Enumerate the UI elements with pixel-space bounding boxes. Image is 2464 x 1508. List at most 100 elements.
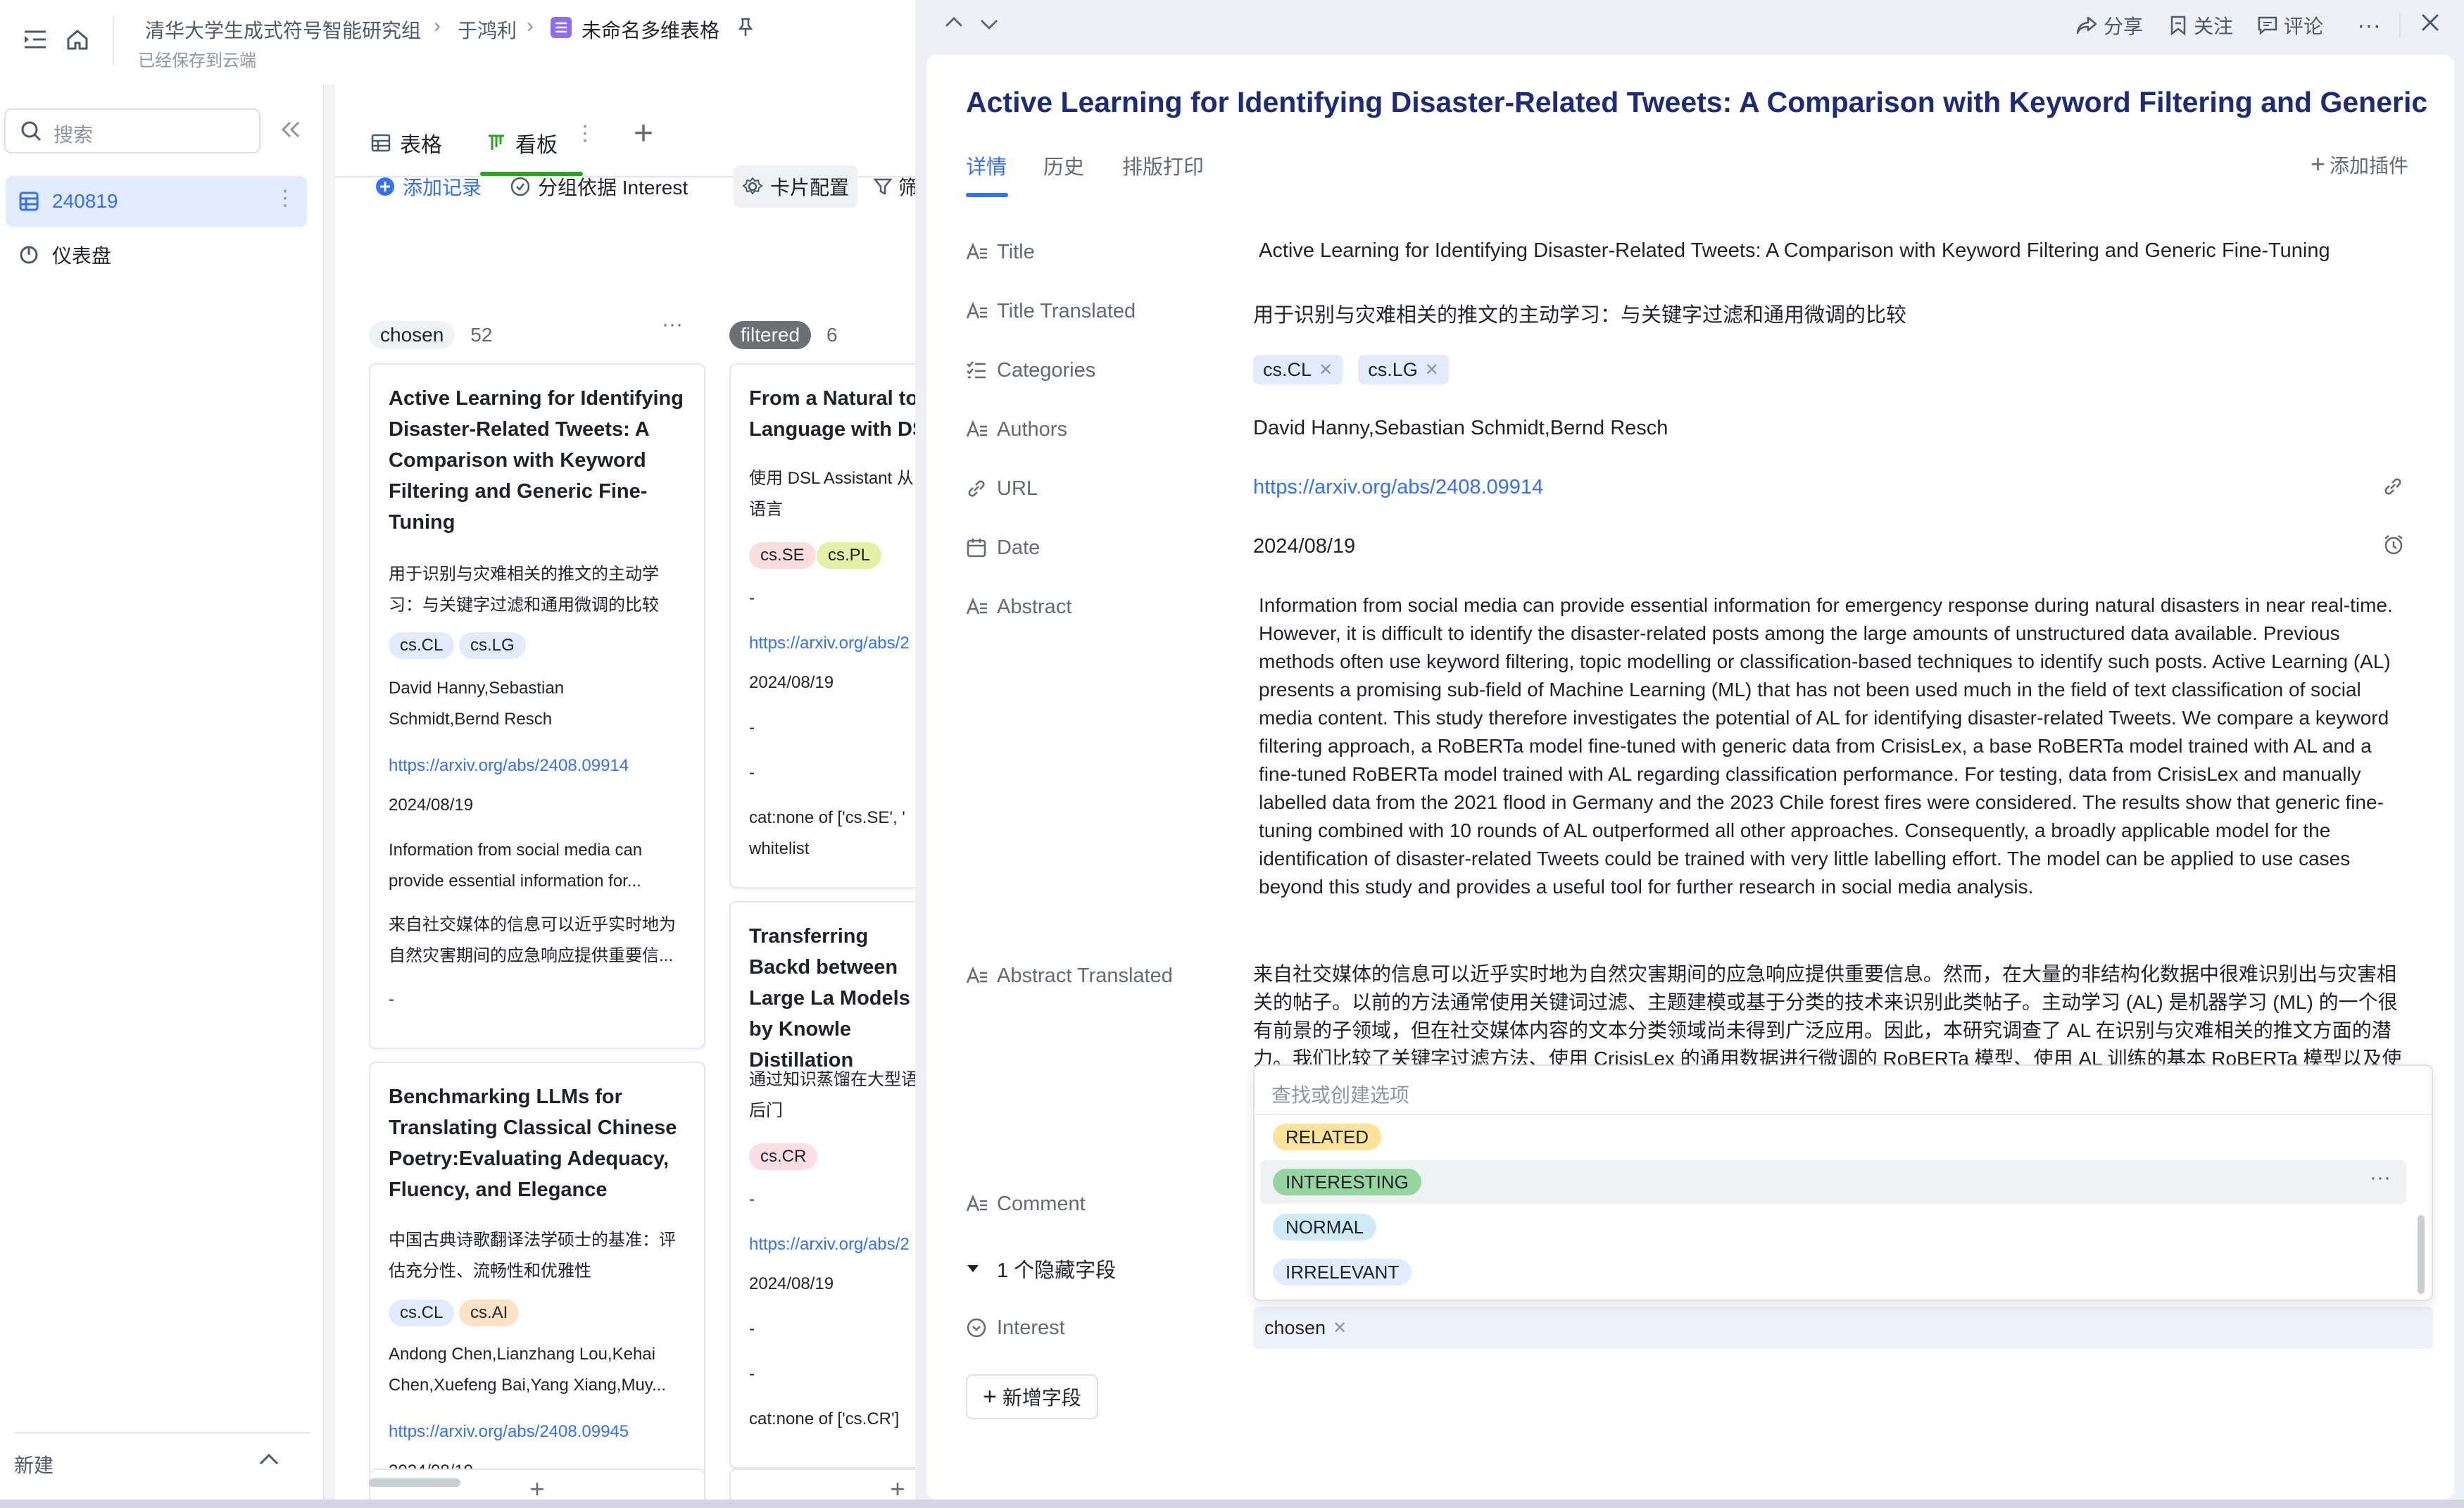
card-abstract: Information from social media can provid…	[389, 841, 643, 891]
horizontal-scrollbar[interactable]	[369, 1478, 460, 1487]
tab-more-icon[interactable]: ⋮	[574, 121, 596, 146]
comment-button[interactable]: 评论	[2257, 10, 2323, 41]
add-plugin-button[interactable]: + 添加插件	[2311, 149, 2408, 179]
card-url[interactable]: https://arxiv.org/abs/2	[749, 634, 915, 653]
field-value-abstract-translated[interactable]: 来自社交媒体的信息可以近乎实时地为自然灾害期间的应急响应提供重要信息。然而，在大…	[1253, 960, 2405, 1073]
pin-icon[interactable]	[736, 17, 755, 42]
add-plugin-label: 添加插件	[2330, 155, 2409, 177]
card-url[interactable]: https://arxiv.org/abs/2408.09914	[389, 756, 697, 776]
interest-chip: chosen ✕	[1264, 1313, 1347, 1343]
more-icon[interactable]: ···	[2357, 10, 2381, 41]
option-irrelevant[interactable]: IRRELEVANT	[1260, 1250, 2406, 1294]
filter-button[interactable]: 筛	[873, 165, 918, 208]
chevron-right-icon: ›	[527, 14, 534, 37]
remove-icon[interactable]: ✕	[1425, 360, 1439, 380]
card-abstract: -	[749, 1319, 755, 1338]
option-normal[interactable]: NORMAL	[1260, 1205, 2406, 1249]
remove-icon[interactable]: ✕	[1319, 360, 1333, 380]
collapse-sidebar-icon[interactable]	[21, 25, 49, 54]
add-view-icon[interactable]: +	[634, 114, 653, 153]
hidden-fields-toggle[interactable]: 1 个隐藏字段	[966, 1253, 1116, 1284]
kanban-column-filtered: filtered 6 From a Natural to Language wi…	[729, 225, 915, 1500]
close-icon[interactable]	[2419, 11, 2441, 37]
category-tag: cs.AI	[459, 1300, 520, 1326]
chevron-up-icon[interactable]	[258, 1450, 280, 1472]
option-related[interactable]: RELATED	[1260, 1119, 2406, 1163]
dropdown-scrollbar[interactable]	[2418, 1215, 2425, 1294]
new-button[interactable]: 新建	[14, 1450, 54, 1478]
field-label-authors: Authors	[966, 414, 1067, 445]
field-label-text: Categories	[997, 358, 1096, 382]
chevron-down-icon[interactable]	[979, 15, 1000, 36]
follow-button[interactable]: 关注	[2168, 10, 2233, 41]
calendar-icon	[966, 537, 994, 558]
remove-icon[interactable]: ✕	[1333, 1318, 1347, 1338]
tab-history[interactable]: 历史	[1043, 151, 1084, 180]
option-search-input[interactable]: 查找或创建选项	[1255, 1066, 2432, 1115]
column-more-icon[interactable]: ···	[662, 313, 683, 337]
tab-details[interactable]: 详情	[966, 151, 1007, 180]
category-tag: cs.CL	[389, 1300, 455, 1326]
kanban-card[interactable]: Active Learning for Identifying Disaster…	[369, 363, 705, 1049]
card-comment: -	[389, 990, 394, 1009]
breadcrumb-workspace[interactable]: 清华大学生成式符号智能研究组	[145, 15, 421, 44]
field-value-url[interactable]: https://arxiv.org/abs/2408.09914	[1253, 476, 1543, 499]
text-field-icon	[966, 301, 994, 321]
field-value-date[interactable]: 2024/08/19	[1253, 535, 1355, 558]
card-date: 2024/08/19	[749, 673, 834, 692]
breadcrumb-user[interactable]: 于鸿利	[458, 15, 517, 44]
field-label-date: Date	[966, 532, 1040, 563]
plus-circle-icon	[376, 177, 394, 196]
add-field-button[interactable]: + 新增字段	[966, 1374, 1098, 1419]
more-icon[interactable]: ⋮	[275, 186, 296, 211]
group-by-button[interactable]: 分组依据 Interest	[510, 165, 688, 208]
sidebar-item-dashboard[interactable]: 仪表盘	[6, 230, 307, 280]
tab-print-layout[interactable]: 排版打印	[1122, 151, 1204, 180]
field-label-text: Abstract Translated	[997, 964, 1173, 987]
field-label-text: Title	[997, 240, 1035, 263]
field-value-interest[interactable]: chosen ✕	[1253, 1307, 2433, 1349]
text-field-icon	[966, 420, 994, 439]
sidebar-search-input[interactable]: 搜索	[4, 108, 260, 153]
field-label-text: Date	[997, 536, 1041, 559]
home-icon[interactable]	[63, 25, 92, 54]
card-url[interactable]: https://arxiv.org/abs/2408.09945	[389, 1422, 697, 1442]
save-status: 已经保存到云端	[138, 51, 256, 70]
add-record-label: 添加记录	[403, 177, 482, 199]
field-label-text: Interest	[997, 1316, 1065, 1339]
plus-icon: +	[2311, 149, 2326, 178]
share-button[interactable]: 分享	[2075, 10, 2143, 41]
group-by-label: 分组依据 Interest	[538, 177, 689, 199]
card-url[interactable]: https://arxiv.org/abs/2	[749, 1235, 915, 1255]
kanban-card[interactable]: From a Natural to Language with DS 使用 DS…	[729, 363, 915, 888]
top-bar: 清华大学生成式符号智能研究组 › 于鸿利 › 未命名多维表格 已经保存到云端	[0, 0, 915, 84]
column-header: filtered 6	[729, 314, 838, 356]
sidebar-item-240819[interactable]: 240819 ⋮	[6, 176, 307, 227]
add-record-button[interactable]: 添加记录	[375, 165, 482, 208]
option-more-icon[interactable]: ···	[2370, 1166, 2391, 1190]
field-label-comment: Comment	[966, 1188, 1086, 1219]
kanban-card[interactable]: Transferring Backd between Large La Mode…	[729, 901, 915, 1469]
option-interesting[interactable]: INTERESTING ···	[1260, 1160, 2406, 1204]
sidebar-item-label: 仪表盘	[52, 245, 112, 267]
category-tag: cs.LG	[459, 632, 526, 659]
field-value-abstract[interactable]: Information from social media can provid…	[1253, 591, 2405, 901]
breadcrumb-base-title[interactable]: 未命名多维表格	[582, 15, 719, 44]
collapse-sidebar-button[interactable]	[277, 117, 303, 146]
field-value-title[interactable]: Active Learning for Identifying Disaster…	[1259, 239, 2330, 263]
add-card-button[interactable]: +	[729, 1469, 915, 1500]
card-config-button[interactable]: 卡片配置	[734, 165, 858, 208]
sidebar-item-label: 240819	[52, 190, 118, 212]
edit-link-icon[interactable]	[2382, 476, 2403, 501]
divider	[2399, 13, 2401, 38]
field-value-categories[interactable]: cs.CL ✕ cs.LG ✕	[1253, 355, 1459, 384]
kanban-board: 表格 看板 ⋮ + 添加记录 分组依据 Interest 卡片配置 筛 chos…	[335, 84, 918, 1500]
tab-grid-view[interactable]: 表格	[370, 113, 442, 173]
field-value-title-translated[interactable]: 用于识别与灾难相关的推文的主动学习：与关键字过滤和通用微调的比较	[1253, 299, 1906, 328]
search-placeholder: 搜索	[54, 124, 94, 146]
chevron-up-icon[interactable]	[943, 14, 964, 34]
tab-kanban-view[interactable]: 看板	[486, 113, 558, 173]
field-value-authors[interactable]: David Hanny,Sebastian Schmidt,Bernd Resc…	[1253, 417, 1668, 440]
alarm-clock-icon[interactable]	[2382, 534, 2405, 560]
kanban-card[interactable]: Benchmarking LLMs for Translating Classi…	[369, 1062, 705, 1500]
